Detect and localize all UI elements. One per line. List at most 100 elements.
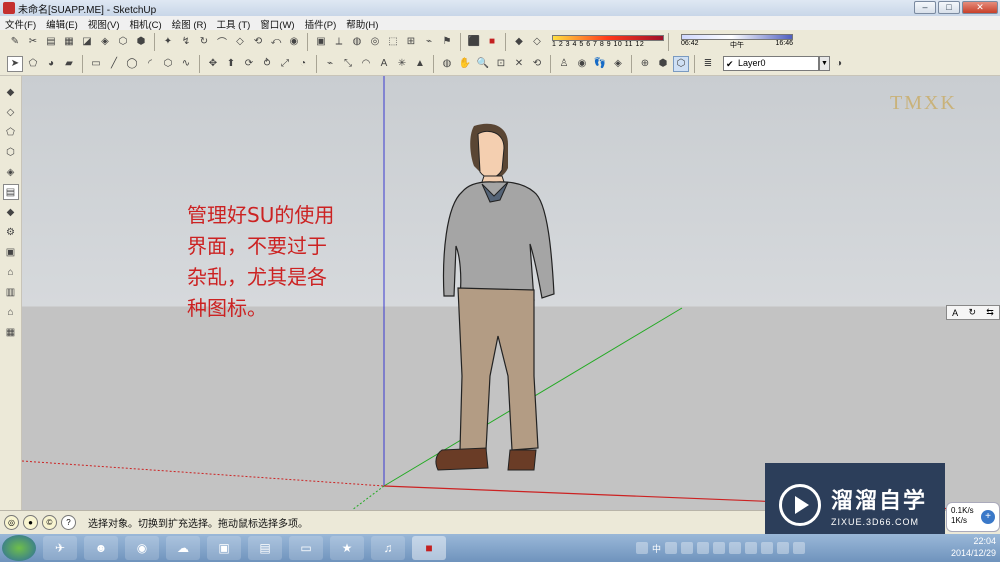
- plugin-tool-icon[interactable]: ▣: [313, 34, 329, 50]
- plugin-tool-icon[interactable]: ⤺: [268, 34, 284, 50]
- su-plugin-icon[interactable]: ■: [484, 34, 500, 50]
- view-style-icon[interactable]: ◈: [3, 164, 19, 180]
- menu-help[interactable]: 帮助(H): [341, 16, 383, 31]
- menu-edit[interactable]: 编辑(E): [41, 16, 83, 31]
- zoom-tool-icon[interactable]: 🔍: [475, 56, 491, 72]
- move-tool-icon[interactable]: ✥: [205, 56, 221, 72]
- arc-tool-icon[interactable]: ◜: [142, 56, 158, 72]
- tray-icon[interactable]: [636, 542, 648, 554]
- view-style-icon[interactable]: ◇: [3, 104, 19, 120]
- taskbar-app-icon[interactable]: ✈: [43, 536, 77, 560]
- dimension-tool-icon[interactable]: ⤡: [340, 56, 356, 72]
- layer-select[interactable]: ✔ Layer0: [723, 56, 819, 71]
- taskbar-cloud-icon[interactable]: ☁: [166, 536, 200, 560]
- plugin-tool-icon[interactable]: ⬢: [133, 34, 149, 50]
- walk-tool-icon[interactable]: 👣: [592, 56, 608, 72]
- tray-icon[interactable]: [729, 542, 742, 554]
- plugin-tool-icon[interactable]: ◪: [79, 34, 95, 50]
- select-tool-icon[interactable]: ➤: [7, 55, 23, 72]
- 3d-text-icon[interactable]: ▲: [412, 56, 428, 72]
- polygon-tool-icon[interactable]: ⬡: [160, 56, 176, 72]
- tray-icon[interactable]: [761, 542, 774, 554]
- plugin-tool-icon[interactable]: ↯: [178, 34, 194, 50]
- drawing-canvas[interactable]: TMXK 管理好SU的使用 界面，不要过于 杂乱，尤其是各 种图标。 A ↻ ⇆: [22, 76, 1000, 510]
- taskbar-film-icon[interactable]: ▤: [248, 536, 282, 560]
- tray-icon[interactable]: [745, 542, 758, 554]
- follow-me-icon[interactable]: ⥁: [259, 56, 275, 72]
- pan-tool-icon[interactable]: ✋: [457, 56, 473, 72]
- axes-tool-icon[interactable]: ✳: [394, 56, 410, 72]
- geo-location-icon[interactable]: ◎: [4, 515, 19, 530]
- paint-bucket-icon[interactable]: ◕: [43, 56, 59, 72]
- plugin-tool-icon[interactable]: ▤: [43, 34, 59, 50]
- layer-manager-icon[interactable]: ≣: [700, 56, 716, 72]
- eraser-icon[interactable]: ▰: [61, 56, 77, 72]
- copyright-icon[interactable]: ©: [42, 515, 57, 530]
- plugin-tool-icon[interactable]: ⚑: [439, 34, 455, 50]
- house-side-icon[interactable]: ▦: [3, 324, 19, 340]
- menu-view[interactable]: 视图(V): [83, 16, 125, 31]
- maximize-button[interactable]: □: [938, 1, 960, 14]
- minimize-button[interactable]: –: [914, 1, 936, 14]
- protractor-icon[interactable]: ◠: [358, 56, 374, 72]
- component-tool-icon[interactable]: ⬠: [25, 56, 41, 72]
- menu-file[interactable]: 文件(F): [0, 16, 41, 31]
- plugin-tool-icon[interactable]: ◎: [367, 34, 383, 50]
- rectangle-tool-icon[interactable]: ▭: [88, 56, 104, 72]
- x-ray-view-icon[interactable]: ⊕: [637, 56, 653, 72]
- text-style-panel[interactable]: A ↻ ⇆: [946, 305, 1000, 320]
- view-style-icon[interactable]: ⬡: [3, 144, 19, 160]
- layer-color-icon[interactable]: ◑: [831, 56, 847, 72]
- shadow-time-slider[interactable]: 06:42 中午 16:46: [681, 33, 793, 50]
- plugin-tool-icon[interactable]: ⟂: [331, 34, 347, 50]
- menu-window[interactable]: 窗口(W): [255, 16, 299, 31]
- tape-measure-icon[interactable]: ⌁: [322, 56, 338, 72]
- position-camera-icon[interactable]: ♙: [556, 56, 572, 72]
- plugin-tool-icon[interactable]: ⬚: [385, 34, 401, 50]
- fog-density-slider[interactable]: 1 2 3 4 5 6 7 8 9 10 11 12: [552, 35, 664, 48]
- plugin-tool-icon[interactable]: ↻: [196, 34, 212, 50]
- wifi-icon[interactable]: [681, 542, 694, 554]
- menu-tools[interactable]: 工具 (T): [212, 16, 256, 31]
- previous-view-icon[interactable]: ⟲: [529, 56, 545, 72]
- tray-icon[interactable]: [697, 542, 710, 554]
- rotate-tool-icon[interactable]: ⟳: [241, 56, 257, 72]
- taskbar-sketchup-icon[interactable]: ■: [412, 536, 446, 560]
- volume-icon[interactable]: [793, 542, 806, 554]
- zoom-extents-icon[interactable]: ✕: [511, 56, 527, 72]
- top-view-icon[interactable]: ⬡: [673, 55, 689, 72]
- section-plane-icon[interactable]: ◈: [610, 56, 626, 72]
- plugin-tool-icon[interactable]: ⬡: [115, 34, 131, 50]
- circle-tool-icon[interactable]: ◯: [124, 56, 140, 72]
- text-a-icon[interactable]: A: [952, 308, 958, 318]
- plugin-tool-icon[interactable]: ◍: [349, 34, 365, 50]
- plus-icon[interactable]: +: [981, 510, 995, 524]
- iso-view-icon[interactable]: ⬢: [655, 56, 671, 72]
- credits-icon[interactable]: ●: [23, 515, 38, 530]
- plugin-tool-icon[interactable]: ◈: [97, 34, 113, 50]
- taskbar-qq-icon[interactable]: ☻: [84, 536, 118, 560]
- view-style-icon[interactable]: ⬠: [3, 124, 19, 140]
- taskbar-app-icon[interactable]: ★: [330, 536, 364, 560]
- fog-settings-icon[interactable]: ◇: [529, 34, 545, 50]
- taskbar-app-icon[interactable]: ◉: [125, 536, 159, 560]
- home-icon[interactable]: ⌂: [3, 264, 19, 280]
- tray-icon[interactable]: [665, 542, 678, 554]
- taskbar-app-icon[interactable]: ▣: [207, 536, 241, 560]
- line-tool-icon[interactable]: ╱: [106, 56, 122, 72]
- close-button[interactable]: ✕: [962, 1, 998, 14]
- box-icon[interactable]: ▣: [3, 244, 19, 260]
- taskbar-music-icon[interactable]: ♫: [371, 536, 405, 560]
- tray-icon[interactable]: [777, 542, 790, 554]
- plugin-tool-icon[interactable]: ▦: [61, 34, 77, 50]
- swap-icon[interactable]: ⇆: [986, 307, 994, 318]
- plugin-tool-icon[interactable]: ⚙: [3, 224, 19, 240]
- plugin-tool-icon[interactable]: ✂: [25, 34, 41, 50]
- house-front-icon[interactable]: ▥: [3, 284, 19, 300]
- network-speed-widget[interactable]: 0.1K/s 1K/s +: [946, 502, 1000, 532]
- menu-camera[interactable]: 相机(C): [124, 16, 166, 31]
- scale-tool-icon[interactable]: ⤢: [277, 56, 293, 72]
- text-tool-icon[interactable]: A: [376, 56, 392, 72]
- view-style-icon[interactable]: ◆: [3, 84, 19, 100]
- orbit-tool-icon[interactable]: ◍: [439, 56, 455, 72]
